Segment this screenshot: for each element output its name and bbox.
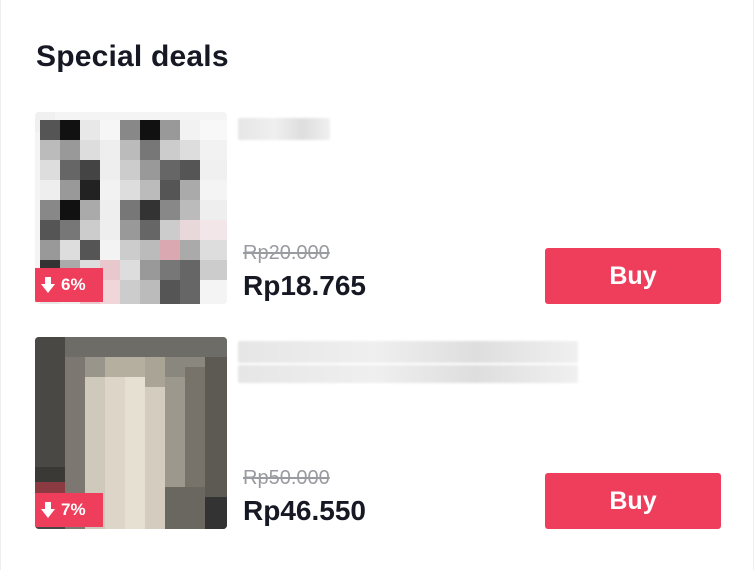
discount-badge: 6% — [35, 268, 103, 302]
special-deals-card: Special deals 6% Rp20.000 Rp18.765 Buy 7… — [0, 0, 754, 570]
product-name-redacted — [238, 365, 578, 383]
arrow-down-icon — [41, 277, 55, 293]
product-name-redacted — [238, 118, 330, 140]
original-price: Rp50.000 — [243, 467, 330, 489]
product-item[interactable]: 6% Rp20.000 Rp18.765 Buy — [35, 112, 725, 304]
buy-button[interactable]: Buy — [545, 248, 721, 304]
section-title: Special deals — [36, 40, 229, 73]
product-item[interactable]: 7% Rp50.000 Rp46.550 Buy — [35, 337, 725, 529]
sale-price: Rp46.550 — [243, 495, 366, 526]
original-price: Rp20.000 — [243, 242, 330, 264]
product-name-redacted — [238, 341, 578, 363]
discount-percent: 7% — [61, 500, 86, 519]
arrow-down-icon — [41, 502, 55, 518]
buy-button[interactable]: Buy — [545, 473, 721, 529]
discount-badge: 7% — [35, 493, 103, 527]
discount-percent: 6% — [61, 275, 86, 294]
sale-price: Rp18.765 — [243, 270, 366, 301]
product-thumbnail[interactable]: 6% — [35, 112, 227, 304]
product-thumbnail[interactable]: 7% — [35, 337, 227, 529]
